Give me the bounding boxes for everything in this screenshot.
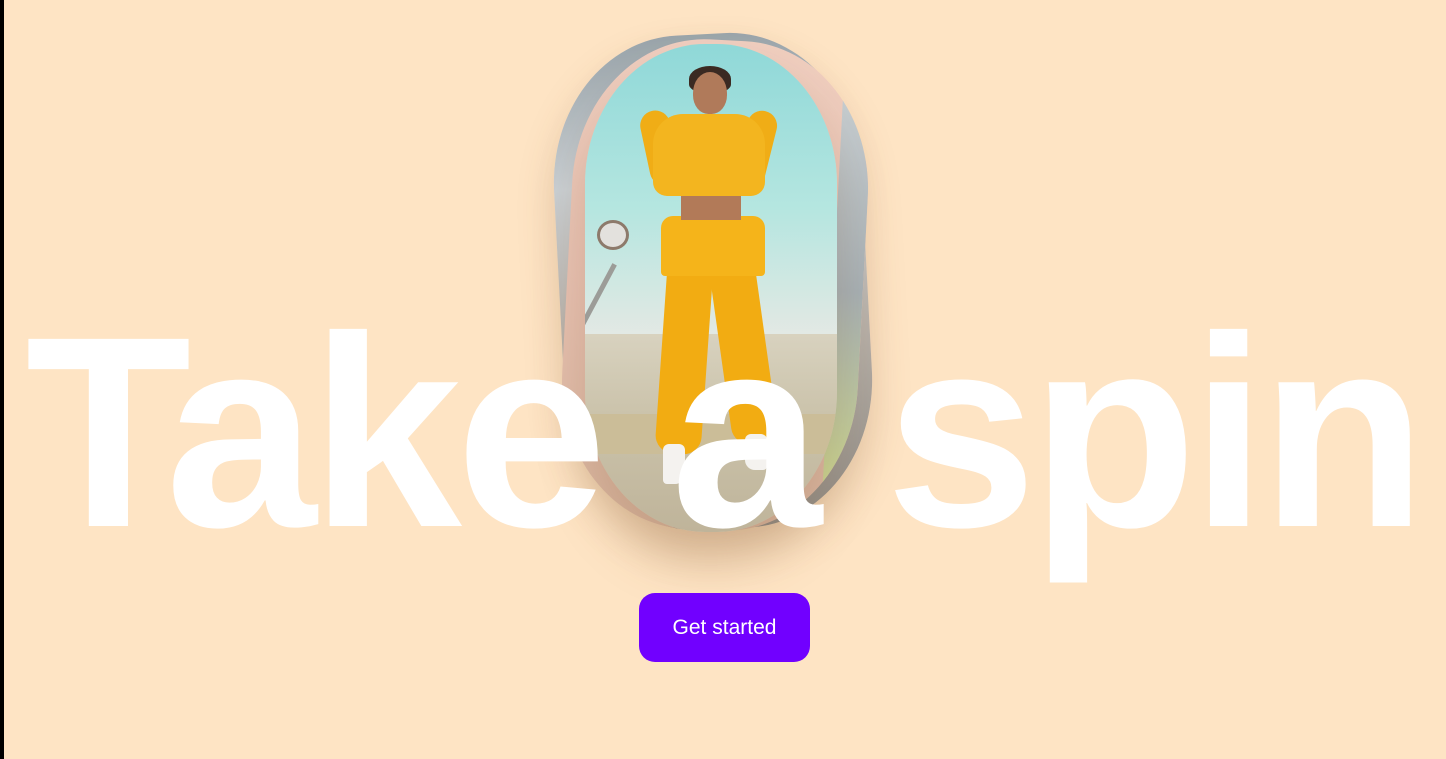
model-hoodie — [653, 114, 765, 196]
get-started-button[interactable]: Get started — [639, 593, 810, 662]
hero-section: Take a spin Get started — [0, 0, 1446, 759]
model-head — [693, 72, 727, 114]
basketball-hoop — [597, 220, 629, 250]
model-midriff — [681, 194, 741, 220]
hero-headline: Take a spin — [25, 280, 1426, 584]
model-pants — [661, 216, 765, 276]
